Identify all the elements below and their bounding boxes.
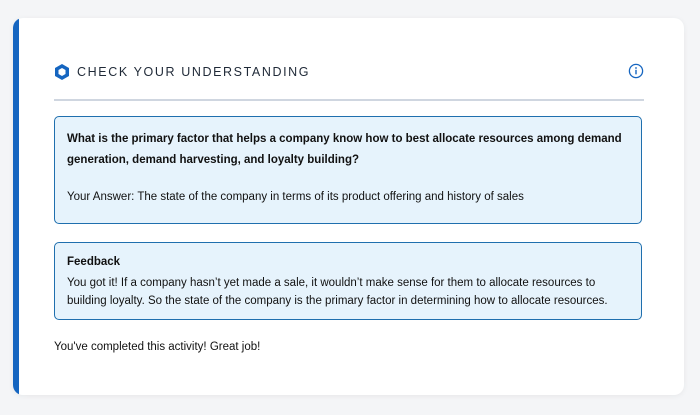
feedback-title: Feedback: [67, 256, 121, 268]
feedback-box: Feedback You got it! If a company hasn’t…: [54, 242, 642, 320]
section-title: CHECK YOUR UNDERSTANDING: [77, 65, 311, 79]
question-box: What is the primary factor that helps a …: [54, 116, 642, 224]
feedback-text: You got it! If a company hasn’t yet made…: [67, 277, 608, 307]
question-text: What is the primary factor that helps a …: [67, 133, 622, 166]
hexagon-icon: [54, 63, 70, 81]
info-icon[interactable]: [628, 63, 644, 79]
completion-message: You've completed this activity! Great jo…: [54, 341, 261, 353]
header-divider: [54, 99, 644, 101]
activity-card: CHECK YOUR UNDERSTANDING What is the pri…: [13, 18, 684, 395]
accent-bar: [13, 18, 19, 395]
card-header: CHECK YOUR UNDERSTANDING: [54, 62, 644, 82]
user-answer: Your Answer: The state of the company in…: [67, 191, 524, 203]
